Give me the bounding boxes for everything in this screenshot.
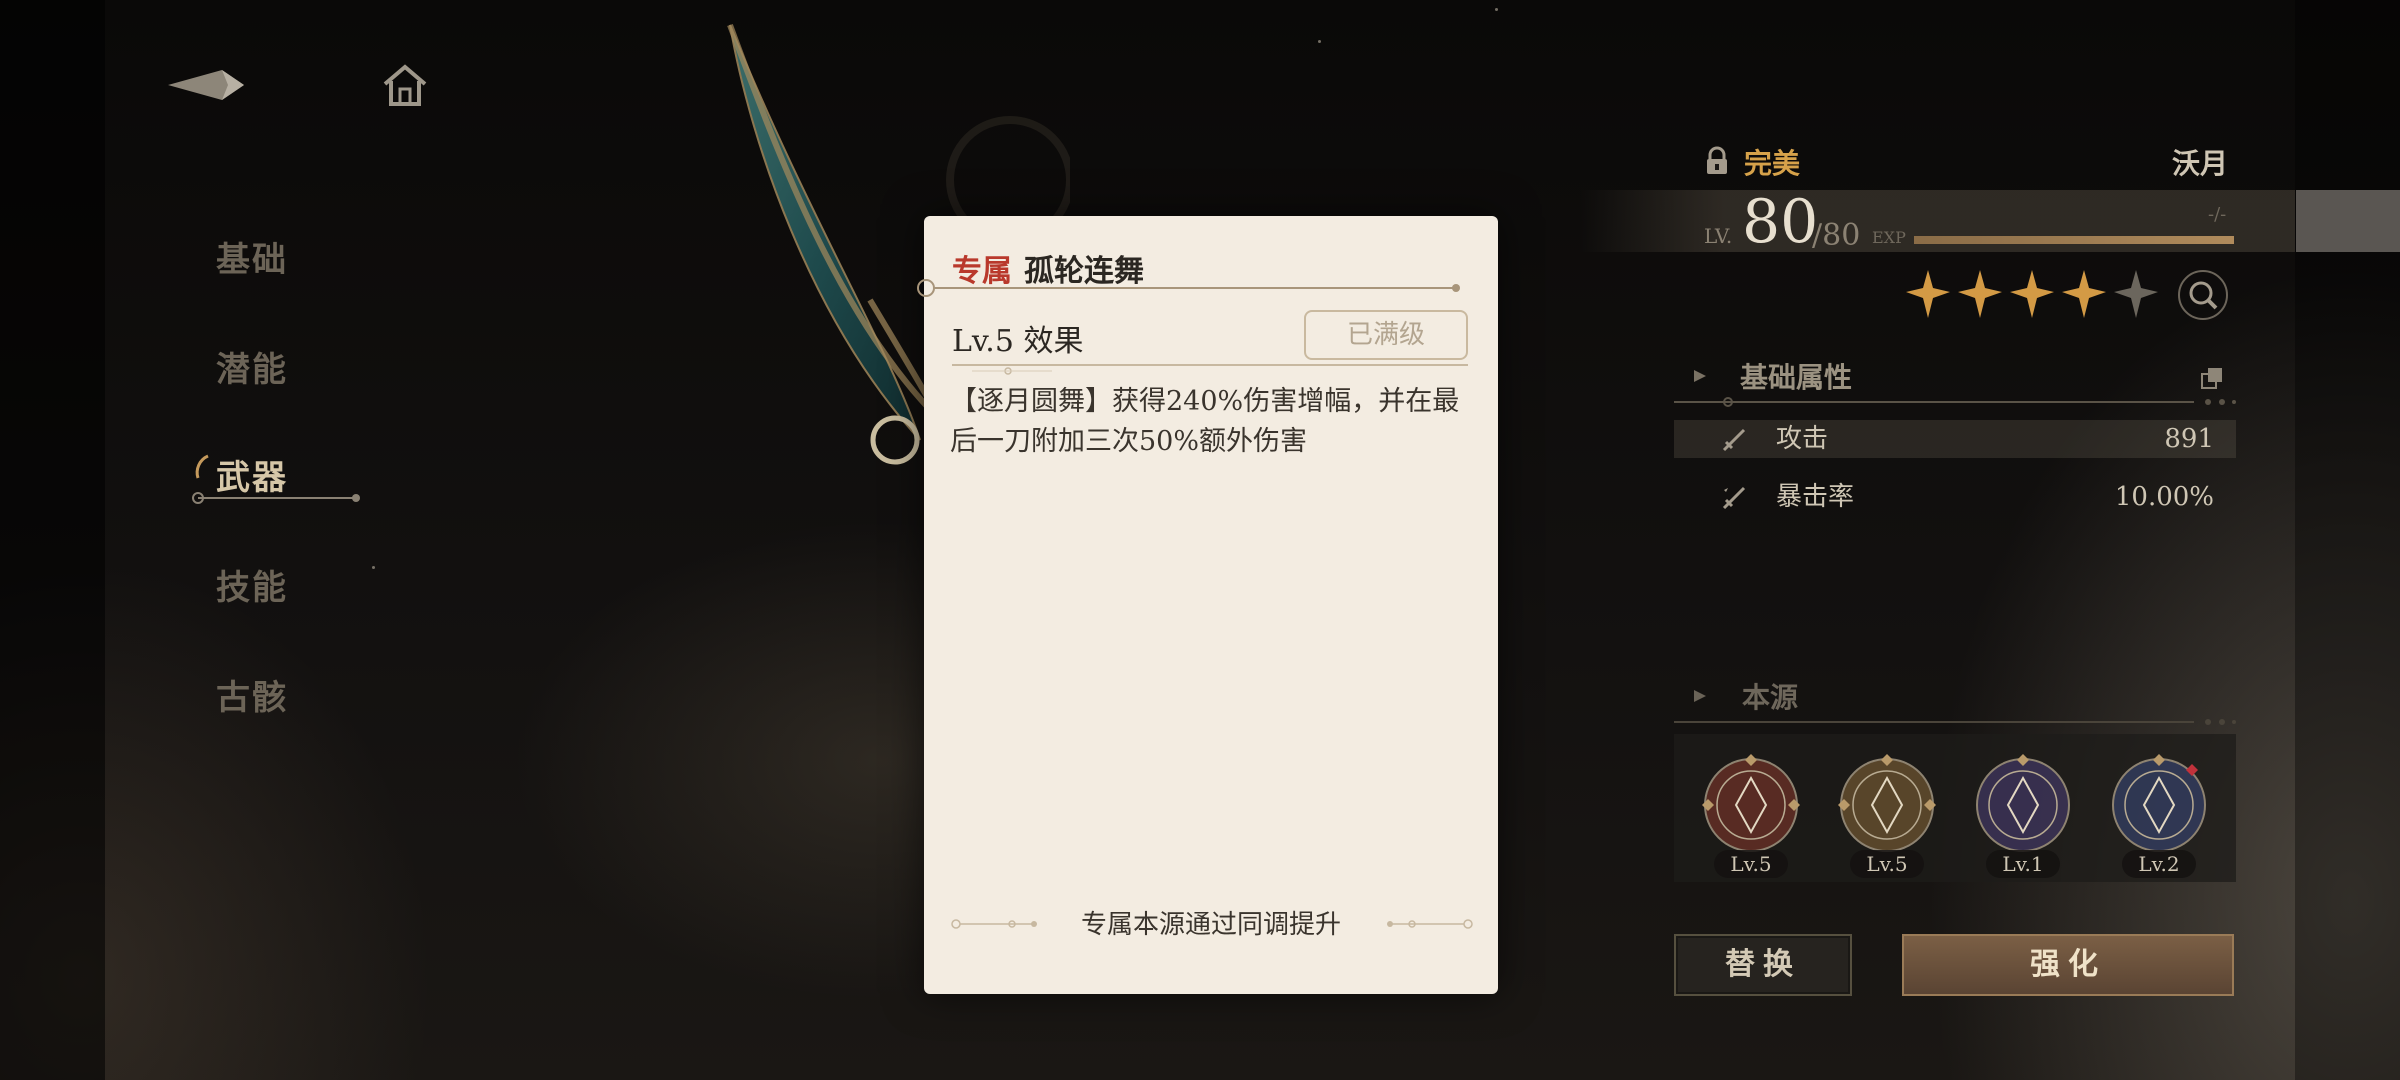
origin-emblem-icon [1702, 754, 1800, 852]
weapon-level: 80 [1742, 187, 1819, 257]
exp-bar [1914, 236, 2234, 244]
star-filled-icon [1958, 270, 2002, 318]
star-filled-icon [2010, 270, 2054, 318]
copy-icon[interactable] [2200, 366, 2226, 392]
exp-label: EXP [1872, 228, 1906, 247]
origin-emblem-icon [1838, 754, 1936, 852]
effect-divider [952, 364, 1468, 375]
crit-sword-icon [1722, 486, 1746, 510]
replace-button[interactable]: 替换 [1674, 934, 1852, 996]
section-arrow-icon [1694, 370, 1706, 382]
weapon-quality: 完美 [1744, 147, 1801, 180]
weapon-owner: 沃月 [2172, 147, 2229, 180]
stat-row-attack: 攻击 891 [1674, 420, 2236, 458]
stat-name: 攻击 [1776, 424, 1829, 454]
exp-bar-fill [1914, 236, 2234, 244]
max-level-badge: 已满级 [1304, 310, 1468, 360]
origin-slots: Lv.5 Lv.5 Lv.1 Lv.2 [1674, 734, 2236, 882]
stat-name: 暴击率 [1776, 482, 1855, 512]
origin-slot[interactable]: Lv.5 [1696, 750, 1806, 880]
title-divider [917, 279, 1460, 297]
stat-value: 10.00% [2114, 482, 2214, 512]
left-shade [0, 0, 105, 1080]
stat-row-crit-rate: 暴击率 10.00% [1674, 478, 2236, 516]
sword-icon [1722, 428, 1746, 452]
weapon-level-max: /80 [1812, 218, 1861, 253]
origin-level: Lv.2 [2122, 850, 2196, 878]
back-arrow-icon[interactable] [168, 68, 244, 102]
lock-icon[interactable] [1704, 146, 1730, 176]
origin-slot[interactable]: Lv.1 [1968, 750, 2078, 880]
sparkle [372, 566, 375, 569]
section-divider [1674, 397, 2236, 407]
menu-item-potential[interactable]: 潜能 [216, 342, 288, 391]
level-prefix: LV. [1704, 224, 1733, 248]
star-rating [1904, 268, 2160, 324]
origin-slot[interactable]: Lv.2 [2104, 750, 2214, 880]
right-shade [2295, 0, 2400, 1080]
enhance-button[interactable]: 强化 [1902, 934, 2234, 996]
footer-deco-right [1387, 919, 1473, 929]
home-icon[interactable] [380, 62, 430, 110]
effect-title: Lv.5 效果 [952, 324, 1084, 359]
origin-emblem-icon [2112, 754, 2206, 852]
stat-value: 891 [2164, 424, 2214, 454]
star-empty-icon [2114, 270, 2158, 318]
star-filled-icon [2062, 270, 2106, 318]
menu-item-skill[interactable]: 技能 [216, 560, 288, 609]
effect-description: 【逐月圆舞】获得240%伤害增幅，并在最后一刀附加三次50%额外伤害 [950, 386, 1460, 457]
sparkle [1318, 40, 1321, 43]
exp-value: -/- [2208, 204, 2227, 225]
origin-level: Lv.1 [1986, 850, 2060, 878]
star-filled-icon [1906, 270, 1950, 318]
sparkle [1495, 8, 1498, 11]
base-stats-title: 基础属性 [1740, 361, 1853, 394]
section-divider [1674, 719, 2236, 725]
menu-item-weapon[interactable]: 武器 [216, 450, 288, 499]
inspect-icon[interactable] [2176, 268, 2230, 322]
origin-level: Lv.5 [1714, 850, 1788, 878]
origin-title: 本源 [1742, 681, 1799, 714]
origin-emblem-icon [1976, 754, 2070, 852]
origin-level: Lv.5 [1850, 850, 1924, 878]
level-strip-tail [2296, 190, 2400, 252]
section-arrow-icon [1694, 690, 1706, 702]
menu-item-relic[interactable]: 古骸 [216, 670, 288, 719]
skill-detail-card: 专属 孤轮连舞 Lv.5 效果 已满级 【逐月圆舞】获得240%伤害增幅，并在最后… [917, 216, 1498, 994]
menu-item-basic[interactable]: 基础 [216, 232, 288, 281]
origin-slot[interactable]: Lv.5 [1832, 750, 1942, 880]
